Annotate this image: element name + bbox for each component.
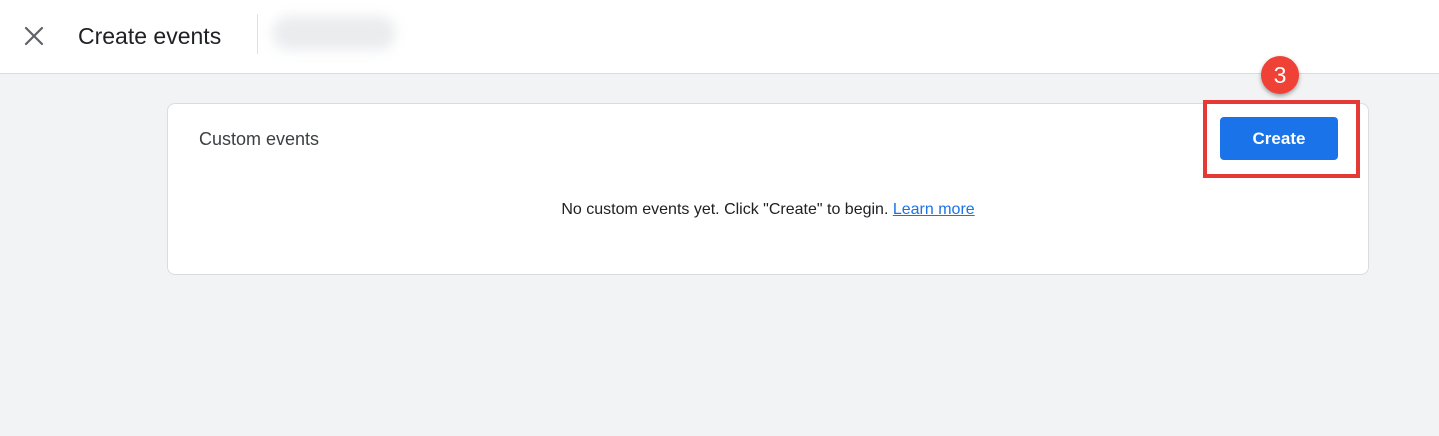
close-button[interactable] (14, 16, 54, 56)
create-button[interactable]: Create (1220, 117, 1338, 160)
top-app-bar: Create events (0, 0, 1439, 74)
step-number-badge: 3 (1261, 56, 1299, 94)
close-icon (24, 26, 44, 46)
learn-more-link[interactable]: Learn more (893, 201, 975, 218)
empty-state-message: No custom events yet. Click "Create" to … (168, 200, 1368, 220)
title-divider (257, 14, 258, 54)
empty-state-text: No custom events yet. Click "Create" to … (561, 201, 889, 218)
page-title: Create events (78, 23, 222, 49)
custom-events-card: Custom events No custom events yet. Clic… (167, 103, 1369, 275)
property-selector-blurred[interactable] (272, 16, 396, 50)
card-title: Custom events (199, 129, 320, 149)
